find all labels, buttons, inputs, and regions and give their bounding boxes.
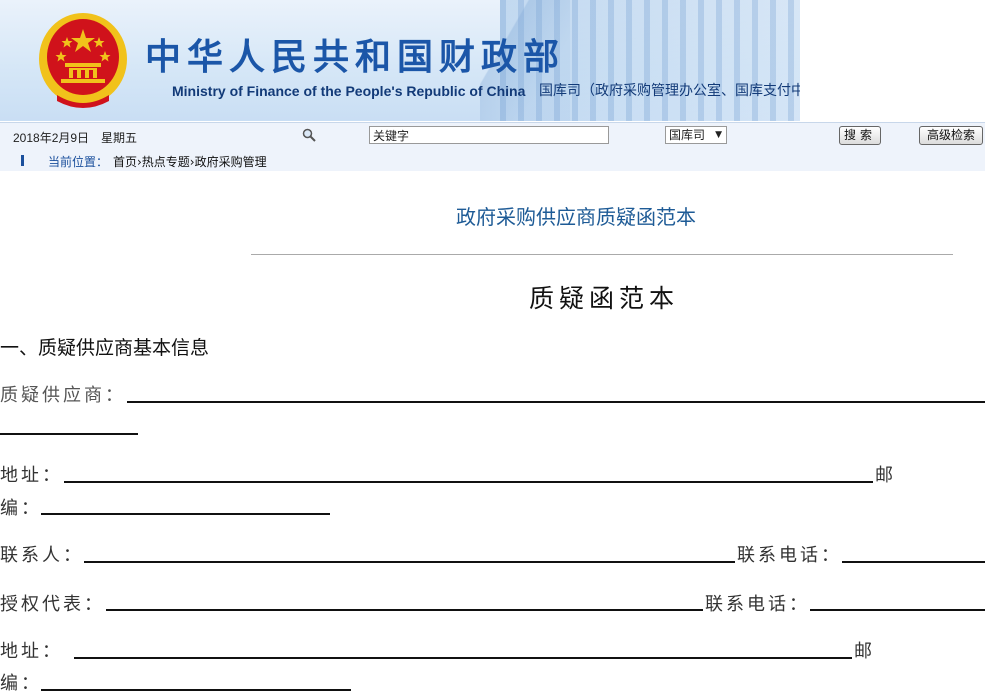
authorized-rep-label: 授权代表：	[0, 594, 105, 615]
postcode-blank	[41, 513, 330, 515]
breadcrumb: 当前位置： 首页›热点专题›政府采购管理	[0, 149, 985, 171]
advanced-search-button[interactable]: 高级检索	[919, 126, 983, 145]
phone-blank	[842, 561, 985, 563]
breadcrumb-path[interactable]: 首页›热点专题›政府采购管理	[113, 153, 267, 170]
title-divider	[251, 254, 953, 255]
rep-postcode-label-part1: 邮	[854, 641, 875, 662]
current-date: 2018年2月9日 星期五	[13, 131, 138, 145]
rep-address-label: 地址：	[0, 641, 63, 662]
breadcrumb-marker-icon	[21, 155, 24, 166]
search-icon	[302, 128, 316, 142]
supplier-label: 质疑供应商：	[0, 385, 126, 406]
national-emblem-icon	[39, 13, 127, 108]
site-title-chinese: 中华人民共和国财政部	[145, 36, 566, 78]
document-title: 质疑函范本	[529, 284, 680, 313]
supplier-blank-cont	[0, 433, 138, 435]
search-toolbar: 2018年2月9日 星期五 国库司 ▼ 搜索 高级检索	[0, 122, 985, 150]
department-name: 国库司（政府采购管理办公室、国库支付中心）	[539, 83, 800, 99]
site-banner: 中华人民共和国财政部 Ministry of Finance of the Pe…	[0, 0, 800, 121]
postcode-label-part2: 编：	[0, 498, 42, 519]
scope-select-value: 国库司	[669, 128, 706, 142]
phone-label: 联系电话：	[737, 545, 842, 566]
breadcrumb-label: 当前位置：	[48, 155, 109, 169]
article-title: 政府采购供应商质疑函范本	[456, 205, 696, 229]
section-heading: 一、质疑供应商基本信息	[0, 337, 210, 359]
rep-postcode-blank	[41, 689, 351, 691]
rep-postcode-label-part2: 编：	[0, 673, 42, 694]
site-title-english: Ministry of Finance of the People's Repu…	[172, 83, 526, 99]
rep-phone-label: 联系电话：	[705, 594, 810, 615]
rep-address-blank	[74, 657, 852, 659]
address-blank	[64, 481, 873, 483]
chevron-down-icon: ▼	[715, 130, 722, 140]
contact-blank	[84, 561, 735, 563]
authorized-rep-blank	[106, 609, 703, 611]
supplier-blank	[127, 401, 985, 403]
address-label: 地址：	[0, 465, 63, 486]
contact-label: 联系人：	[0, 545, 84, 566]
postcode-label-part1: 邮	[875, 465, 896, 486]
rep-phone-blank	[810, 609, 985, 611]
search-button[interactable]: 搜索	[839, 126, 881, 145]
search-input[interactable]	[369, 126, 609, 144]
scope-select[interactable]: 国库司 ▼	[665, 126, 727, 144]
